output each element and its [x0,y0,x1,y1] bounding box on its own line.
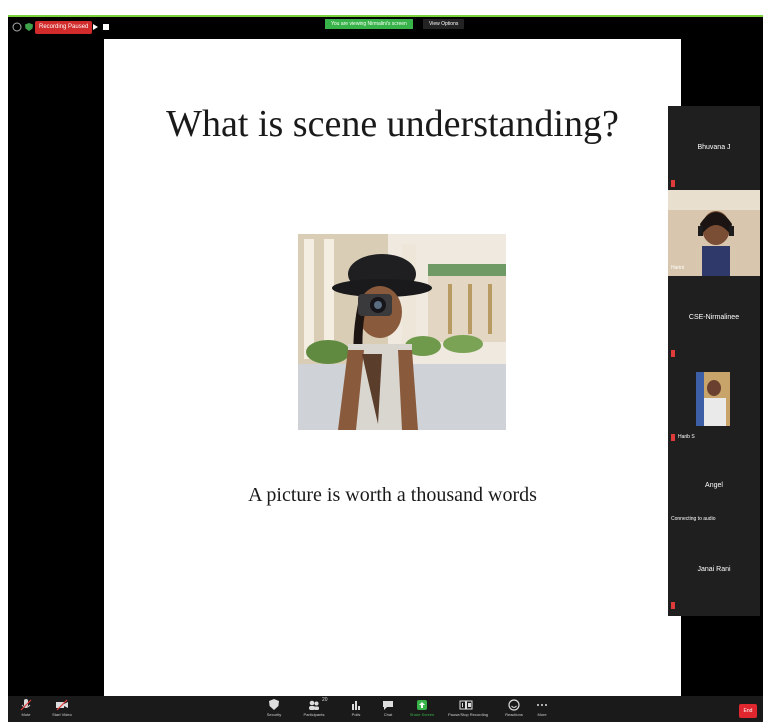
top-bar: Recording Paused You are viewing Nirmali… [8,17,763,39]
more-button[interactable]: More [524,698,560,722]
share-screen-icon [417,700,427,710]
participant-tile[interactable]: Bhuvana J [668,106,760,190]
participant-tile[interactable]: Angel Connecting to audio [668,444,760,528]
video-camera-icon [56,699,68,711]
chat-bubble-icon [383,701,393,710]
muted-mic-icon [671,350,675,357]
participants-button[interactable]: Participants 20 [296,697,332,722]
slide-photo [298,234,506,430]
polls-button[interactable]: Polls [338,698,374,722]
participant-name: Harini [671,265,685,271]
muted-mic-icon [671,602,675,609]
participant-tile[interactable]: Harini [668,190,760,276]
participant-name: CSE-Nirmalinee [688,314,740,321]
pause-stop-recording-button[interactable]: Pause/Stop Recording [448,698,488,722]
participant-video [696,372,730,426]
muted-mic-icon [671,434,675,441]
audio-status-text: Connecting to audio [671,516,716,522]
slide-caption: A picture is worth a thousand words [248,484,537,506]
meeting-toolbar: Mute Start Video Security Participants 2… [8,696,763,722]
end-meeting-button[interactable]: End [739,704,757,718]
participant-tile[interactable]: Janai Rani [668,528,760,612]
participant-gallery: Bhuvana J Harini CSE-Nirmalinee Harib S … [668,106,760,616]
shield-icon [269,699,279,710]
recording-status-badge: Recording Paused [35,21,93,34]
bar-chart-icon [352,701,360,710]
shield-icon[interactable] [24,22,34,32]
participant-name: Janai Rani [697,566,731,573]
play-icon[interactable] [90,22,100,32]
stop-icon[interactable] [101,22,111,32]
security-button[interactable]: Security [256,698,292,722]
view-options-button[interactable]: View Options [423,19,465,29]
info-icon[interactable] [12,22,22,32]
start-video-button[interactable]: Start Video [44,698,80,722]
screen-share-notice: You are viewing Nirmalini's screen [325,19,413,29]
people-icon [309,700,319,710]
reaction-icon [508,699,520,711]
muted-mic-icon [671,180,675,187]
slide-title: What is scene understanding? [166,103,619,145]
meeting-window: Recording Paused You are viewing Nirmali… [8,15,763,722]
shared-slide: What is scene understanding? A picture i… [104,39,681,696]
participant-tile[interactable]: Harib S [668,360,760,444]
share-screen-button[interactable]: Share Screen [404,698,440,722]
participant-video [668,190,760,276]
participants-count: 20 [322,697,328,703]
mute-button[interactable]: Mute [8,698,44,722]
microphone-icon [20,699,32,711]
participant-name: Bhuvana J [697,144,731,151]
more-dots-icon [537,704,547,706]
participant-name: Harib S [678,434,695,440]
participant-name: Angel [705,482,723,489]
participant-tile[interactable]: CSE-Nirmalinee [668,276,760,360]
chat-button[interactable]: Chat [370,698,406,722]
pause-stop-icon [459,700,473,710]
